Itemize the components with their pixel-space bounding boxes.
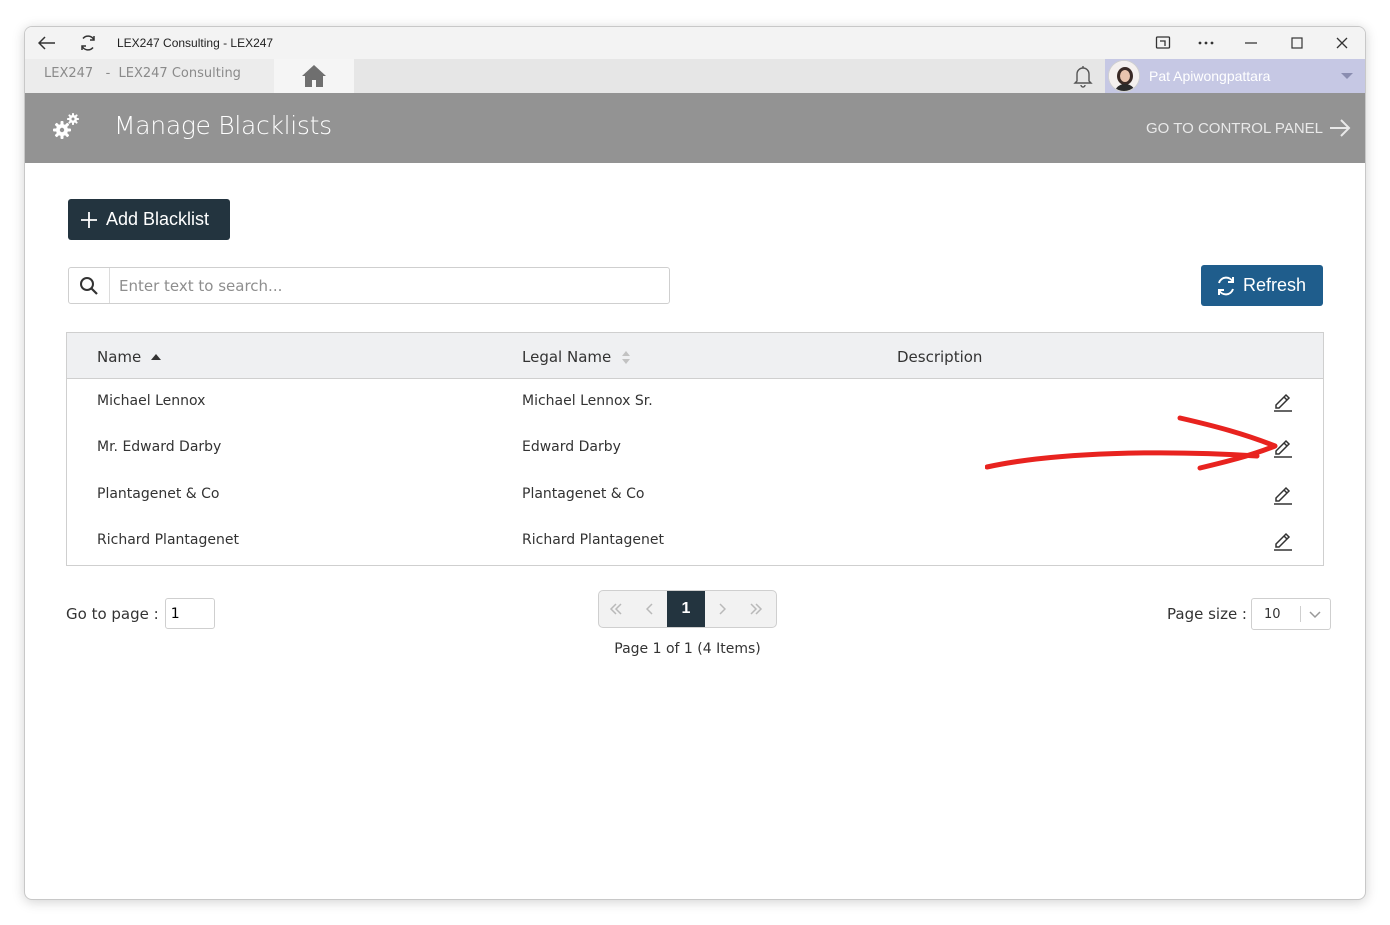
back-arrow-icon[interactable] <box>37 33 57 53</box>
cell-name: Mr. Edward Darby <box>97 439 222 455</box>
cell-name: Plantagenet & Co <box>97 486 220 502</box>
cell-name: Richard Plantagenet <box>97 532 239 548</box>
search-icon <box>69 268 110 303</box>
table-row: Plantagenet & Co Plantagenet & Co <box>67 472 1323 518</box>
edit-icon[interactable] <box>1271 482 1295 506</box>
control-panel-label: GO TO CONTROL PANEL <box>1146 119 1323 137</box>
control-panel-link[interactable]: GO TO CONTROL PANEL <box>1146 119 1351 137</box>
home-button[interactable] <box>274 59 354 93</box>
arrow-right-icon <box>1330 119 1351 137</box>
search-box <box>68 267 670 304</box>
column-header-description: Description <box>897 348 983 366</box>
close-icon[interactable] <box>1332 33 1352 53</box>
chevron-down-icon <box>1341 73 1353 79</box>
chevron-down-icon <box>1308 605 1322 627</box>
plus-icon <box>81 211 97 228</box>
edit-icon[interactable] <box>1271 389 1295 413</box>
user-name: Pat Apiwongpattara <box>1149 68 1271 84</box>
refresh-label: Refresh <box>1243 275 1307 295</box>
user-menu[interactable]: Pat Apiwongpattara <box>1105 59 1365 93</box>
browser-window: LEX247 Consulting - LEX247 LEX247 - LEX2… <box>24 26 1366 900</box>
table-row: Michael Lennox Michael Lennox Sr. <box>67 379 1323 425</box>
table-row: Mr. Edward Darby Edward Darby <box>67 425 1323 471</box>
refresh-icon <box>1218 276 1234 295</box>
gears-icon <box>51 111 81 146</box>
chevron-left-icon <box>646 603 653 615</box>
add-blacklist-label: Add Blacklist <box>106 209 210 229</box>
company-name: LEX247 - LEX247 Consulting <box>25 59 274 93</box>
double-chevron-right-icon <box>750 603 763 615</box>
search-input[interactable] <box>111 268 667 303</box>
page-title: Manage Blacklists <box>114 111 332 140</box>
reload-icon[interactable] <box>78 33 98 53</box>
page-info: Page 1 of 1 (4 Items) <box>614 641 761 657</box>
pagination: 1 <box>598 590 777 628</box>
app-bar: LEX247 - LEX247 Consulting Pat Apiwongpa… <box>25 59 1365 93</box>
cell-legal-name: Edward Darby <box>522 439 621 455</box>
more-options-icon[interactable] <box>1196 33 1216 53</box>
sort-ascending-icon <box>151 354 162 360</box>
page-size-label: Page size : <box>1167 605 1247 623</box>
previous-page-button[interactable] <box>633 591 667 627</box>
go-to-page-label: Go to page : <box>66 604 159 623</box>
sort-icon <box>622 350 631 364</box>
table-header: Name Legal Name Description <box>67 333 1323 379</box>
page-size: Page size : 10 <box>1167 598 1331 630</box>
column-header-name[interactable]: Name <box>97 348 162 366</box>
page-header: Manage Blacklists GO TO CONTROL PANEL <box>25 93 1365 163</box>
add-blacklist-button[interactable]: Add Blacklist <box>68 199 230 240</box>
double-chevron-left-icon <box>609 603 622 615</box>
first-page-button[interactable] <box>599 591 633 627</box>
current-page-button[interactable]: 1 <box>667 591 705 627</box>
cell-legal-name: Plantagenet & Co <box>522 486 645 502</box>
chevron-right-icon <box>719 603 726 615</box>
page-size-value: 10 <box>1264 607 1281 622</box>
column-header-legal-name[interactable]: Legal Name <box>522 348 631 366</box>
divider <box>1300 606 1301 622</box>
cell-legal-name: Richard Plantagenet <box>522 532 664 548</box>
refresh-button[interactable]: Refresh <box>1201 265 1323 306</box>
blacklist-table: Name Legal Name Description Michael Lenn… <box>66 332 1324 566</box>
go-to-page: Go to page : <box>66 598 215 629</box>
minimize-icon[interactable] <box>1241 33 1261 53</box>
avatar <box>1108 60 1140 92</box>
cell-name: Michael Lennox <box>97 393 206 409</box>
home-icon <box>302 65 326 87</box>
cell-legal-name: Michael Lennox Sr. <box>522 393 653 409</box>
notification-bell-icon[interactable] <box>1071 64 1095 93</box>
table-row: Richard Plantagenet Richard Plantagenet <box>67 518 1323 564</box>
edit-icon[interactable] <box>1271 528 1295 552</box>
last-page-button[interactable] <box>739 591 773 627</box>
next-page-button[interactable] <box>705 591 739 627</box>
edit-icon[interactable] <box>1271 435 1295 459</box>
title-bar: LEX247 Consulting - LEX247 <box>25 27 1365 59</box>
go-to-page-input[interactable] <box>164 598 215 629</box>
maximize-icon[interactable] <box>1287 33 1307 53</box>
cast-icon[interactable] <box>1153 33 1173 53</box>
page-size-select[interactable]: 10 <box>1251 598 1331 630</box>
window-title: LEX247 Consulting - LEX247 <box>117 36 274 50</box>
